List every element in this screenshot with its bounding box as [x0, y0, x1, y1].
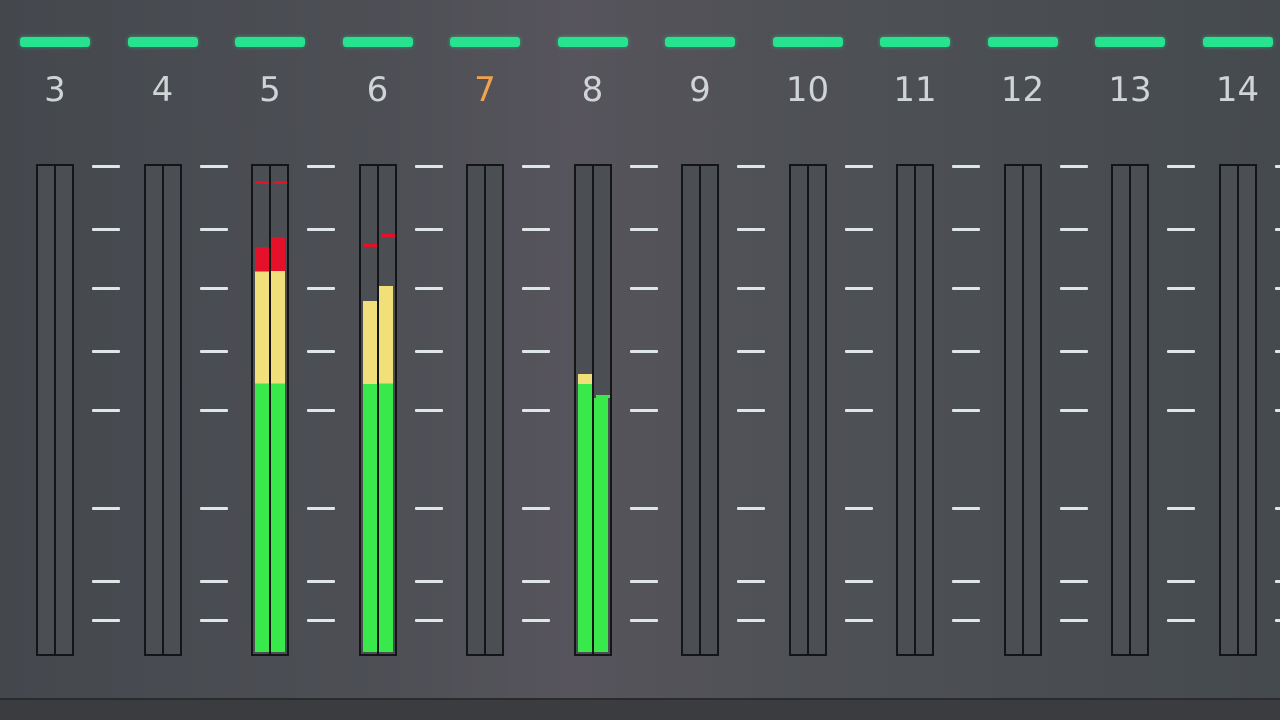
- level-meter: [358, 164, 397, 656]
- channel-activity-indicator: [1202, 37, 1273, 47]
- peak-hold-marker: [595, 395, 610, 399]
- channel-number-label[interactable]: 14: [1183, 70, 1280, 110]
- meter-divider: [484, 166, 486, 654]
- scale-tick: [1274, 228, 1280, 232]
- level-meter: [1218, 164, 1257, 656]
- channel-number-label[interactable]: 10: [753, 70, 863, 110]
- meter-bar-left: [255, 246, 269, 652]
- channel-strip[interactable]: 13: [1075, 0, 1195, 720]
- scale-tick: [1274, 165, 1280, 168]
- level-meter: [896, 164, 934, 656]
- peak-hold-marker: [362, 243, 377, 247]
- channel-number-label[interactable]: 13: [1075, 70, 1185, 110]
- channel-activity-indicator: [772, 37, 843, 47]
- scale-tick: [1274, 350, 1280, 354]
- meter-bar-right: [271, 237, 285, 652]
- channel-activity-indicator: [1095, 37, 1165, 47]
- peak-hold-marker: [255, 180, 269, 184]
- channel-activity-indicator: [665, 37, 735, 47]
- level-meter: [1111, 164, 1149, 656]
- channel-strip[interactable]: 8: [538, 0, 658, 720]
- bottom-panel-edge: [0, 698, 1280, 720]
- level-meter: [36, 164, 74, 656]
- channel-activity-indicator: [450, 37, 520, 47]
- channel-activity-indicator: [987, 37, 1058, 47]
- meter-divider: [1021, 166, 1024, 654]
- peak-hold-marker: [273, 180, 287, 184]
- level-meter: [143, 164, 182, 656]
- channel-number-label[interactable]: 3: [0, 70, 110, 110]
- scale-tick: [1274, 287, 1280, 290]
- meter-bar-right: [593, 398, 608, 652]
- channel-number-label[interactable]: 9: [645, 70, 755, 110]
- channel-strip[interactable]: 10: [753, 0, 873, 720]
- level-meter: [466, 164, 504, 656]
- channel-strip[interactable]: 7: [430, 0, 550, 720]
- channel-activity-indicator: [342, 37, 413, 47]
- meter-divider: [1236, 166, 1239, 654]
- audio-mixer-meter-bridge: 3 4 5 6 7 8 9 10 11 12 13 14: [0, 0, 1280, 720]
- channel-number-label[interactable]: 8: [538, 70, 648, 110]
- scale-tick: [1274, 506, 1280, 510]
- peak-hold-marker: [380, 234, 395, 238]
- level-meter: [681, 164, 719, 656]
- channel-activity-indicator: [557, 37, 628, 47]
- meter-divider: [1129, 166, 1131, 654]
- scale-tick: [1274, 579, 1280, 583]
- channel-number-label[interactable]: 7: [430, 70, 540, 110]
- channel-strip[interactable]: 4: [108, 0, 228, 720]
- scale-tick: [1274, 409, 1280, 412]
- channel-activity-indicator: [20, 37, 90, 47]
- channel-number-label[interactable]: 6: [323, 70, 433, 110]
- channel-activity-indicator: [880, 37, 950, 47]
- channel-strip[interactable]: 11: [860, 0, 980, 720]
- channel-activity-indicator: [235, 37, 305, 47]
- channel-number-label[interactable]: 11: [860, 70, 970, 110]
- meter-divider: [914, 166, 916, 654]
- channel-strip[interactable]: 14: [1183, 0, 1280, 720]
- channel-strip[interactable]: 3: [0, 0, 120, 720]
- meter-bar-right: [378, 286, 393, 652]
- meter-divider: [806, 166, 809, 654]
- channel-number-label[interactable]: 12: [968, 70, 1078, 110]
- meter-bar-left: [362, 300, 377, 652]
- channel-strip[interactable]: 5: [215, 0, 335, 720]
- level-meter: [1003, 164, 1042, 656]
- level-meter: [573, 164, 612, 656]
- scale-tick: [1274, 618, 1280, 622]
- meter-divider: [161, 166, 164, 654]
- channel-activity-indicator: [127, 37, 198, 47]
- channel-strip[interactable]: 6: [323, 0, 443, 720]
- level-meter: [788, 164, 827, 656]
- meter-divider: [699, 166, 701, 654]
- channel-number-label[interactable]: 4: [108, 70, 218, 110]
- meter-bar-left: [577, 373, 592, 652]
- channel-number-label[interactable]: 5: [215, 70, 325, 110]
- level-meter: [251, 164, 289, 656]
- meter-divider: [54, 166, 56, 654]
- channel-strip[interactable]: 12: [968, 0, 1088, 720]
- channel-strip[interactable]: 9: [645, 0, 765, 720]
